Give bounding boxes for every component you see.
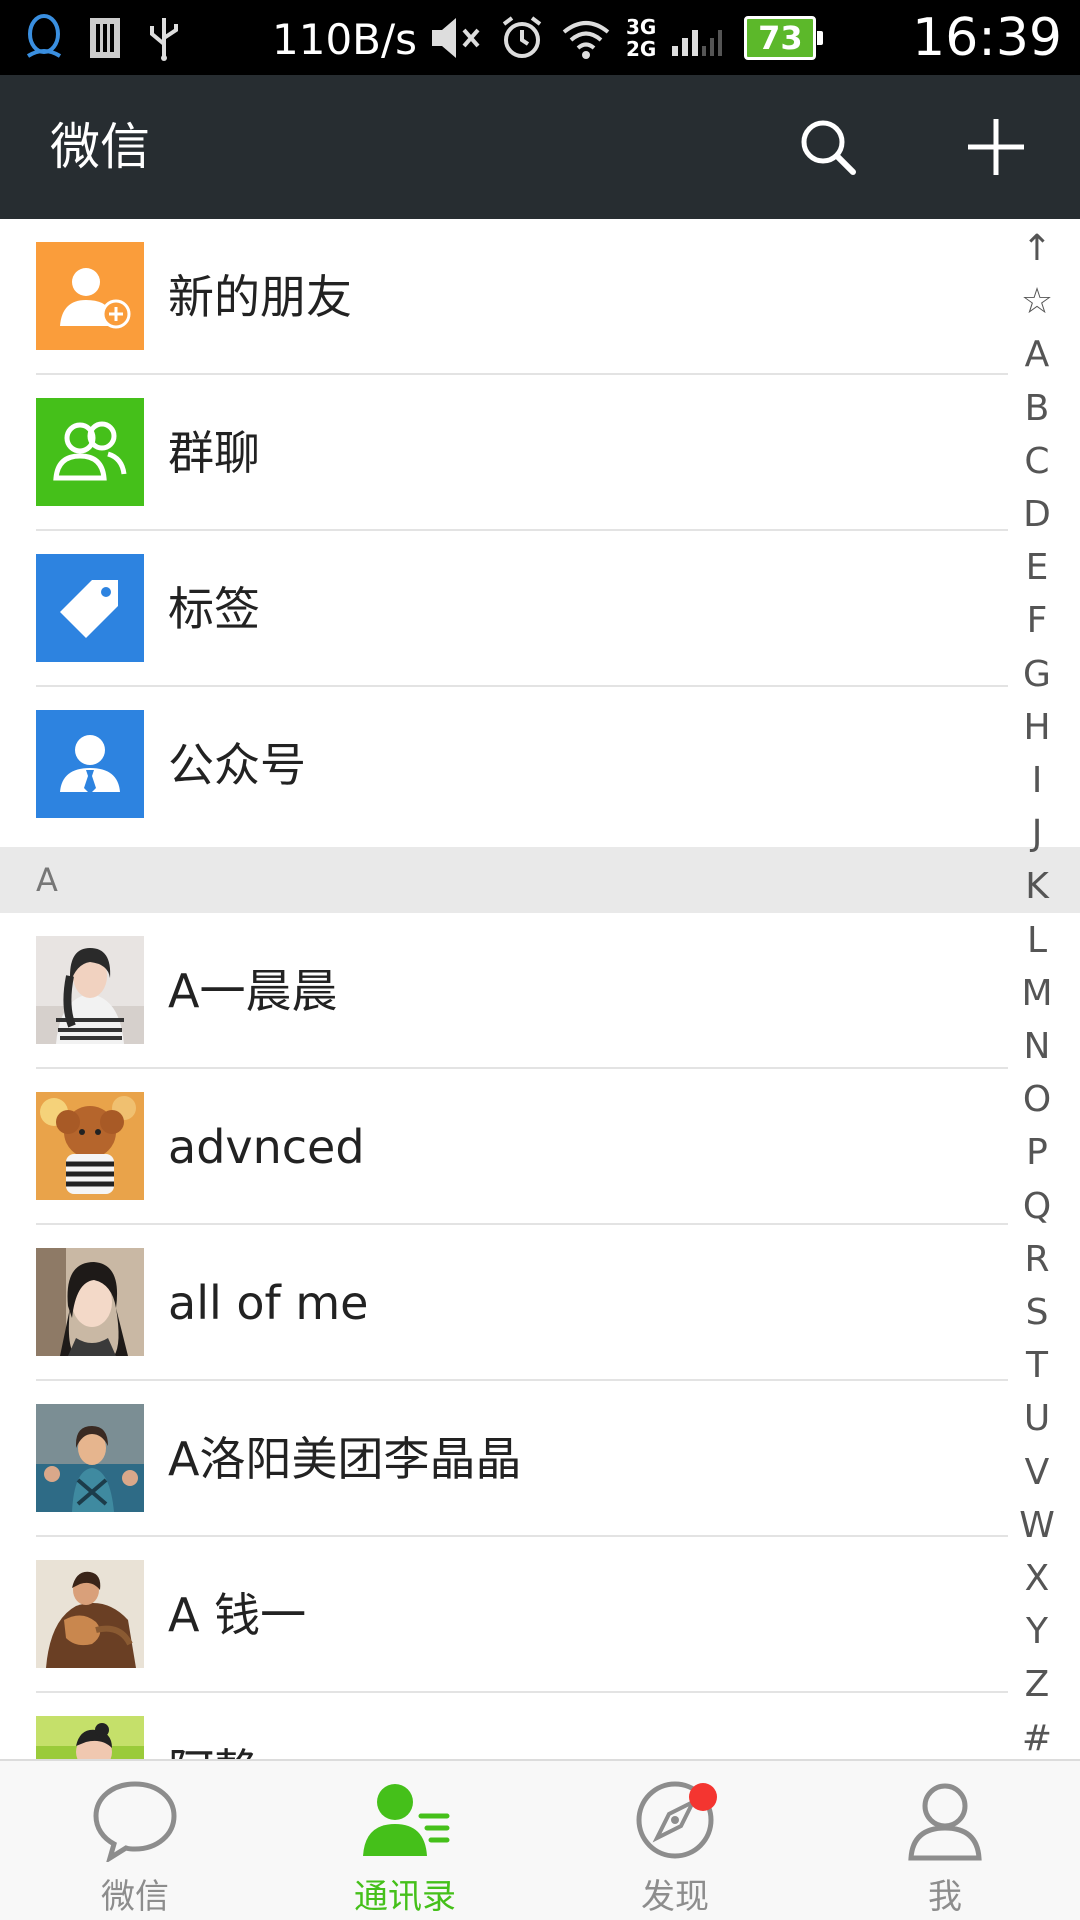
- tab-label: 我: [928, 1877, 962, 1917]
- item-label: 标签: [168, 582, 260, 636]
- index-letter[interactable]: P: [1004, 1126, 1070, 1179]
- search-icon: [801, 120, 856, 175]
- index-letter[interactable]: A: [1004, 328, 1070, 381]
- index-letter[interactable]: R: [1004, 1233, 1070, 1286]
- notification-dot: [689, 1783, 717, 1811]
- contact-name: A一晨晨: [168, 964, 338, 1018]
- battery-icon: 73: [744, 16, 824, 60]
- official-account-icon: [36, 710, 144, 818]
- index-letter[interactable]: T: [1004, 1339, 1070, 1392]
- index-letter[interactable]: X: [1004, 1552, 1070, 1605]
- official-accounts-item[interactable]: 公众号: [0, 687, 1080, 843]
- contact-list[interactable]: 新的朋友 群聊 标签 公众号 A A一晨晨 advnced all of me …: [0, 219, 1080, 1759]
- contact-name: advnced: [168, 1120, 365, 1174]
- contacts-icon: [357, 1775, 453, 1865]
- profile-icon: [897, 1775, 993, 1865]
- index-letter[interactable]: Q: [1004, 1180, 1070, 1233]
- index-letter[interactable]: I: [1004, 754, 1070, 807]
- index-letter[interactable]: V: [1004, 1446, 1070, 1499]
- avatar: [36, 1404, 144, 1512]
- status-bar: 110B/s 3G 2G 73 16:39: [0, 0, 1080, 75]
- tab-label: 通讯录: [354, 1877, 456, 1917]
- contact-row[interactable]: A洛阳美团李晶晶: [0, 1381, 1080, 1537]
- index-letter[interactable]: O: [1004, 1073, 1070, 1126]
- add-friend-icon: [36, 242, 144, 350]
- index-letter[interactable]: F: [1004, 594, 1070, 647]
- status-right-icons: 3G 2G 73: [428, 10, 824, 66]
- status-left-icons: [22, 10, 184, 66]
- tab-label: 微信: [101, 1877, 169, 1917]
- section-header: A: [0, 847, 1080, 913]
- avatar: [36, 1560, 144, 1668]
- contact-row[interactable]: A一晨晨: [0, 913, 1080, 1069]
- tab-contacts[interactable]: 通讯录: [270, 1761, 540, 1920]
- chat-bubble-icon: [87, 1775, 183, 1865]
- new-friends-item[interactable]: 新的朋友: [0, 219, 1080, 375]
- clock: 16:39: [912, 8, 1062, 68]
- index-letter[interactable]: U: [1004, 1392, 1070, 1445]
- usb-icon: [144, 14, 184, 62]
- bottom-nav: 微信 通讯录 发现 我: [0, 1759, 1080, 1920]
- index-letter[interactable]: L: [1004, 914, 1070, 967]
- add-button[interactable]: [960, 111, 1032, 183]
- index-letter[interactable]: G: [1004, 648, 1070, 701]
- index-letter[interactable]: ↑: [1004, 222, 1070, 275]
- group-chat-icon: [36, 398, 144, 506]
- index-letter[interactable]: B: [1004, 382, 1070, 435]
- tab-chats[interactable]: 微信: [0, 1761, 270, 1920]
- index-letter[interactable]: J: [1004, 807, 1070, 860]
- index-letter[interactable]: C: [1004, 435, 1070, 488]
- index-letter[interactable]: S: [1004, 1286, 1070, 1339]
- contact-name: 阿静: [168, 1693, 260, 1759]
- tab-label: 发现: [641, 1877, 709, 1917]
- avatar: [36, 936, 144, 1044]
- contact-row[interactable]: 阿静: [0, 1693, 1080, 1759]
- item-label: 新的朋友: [168, 270, 352, 324]
- qq-icon: [22, 12, 66, 64]
- index-letter[interactable]: ☆: [1004, 275, 1070, 328]
- sim-icon: [88, 16, 122, 60]
- group-chat-item[interactable]: 群聊: [0, 375, 1080, 531]
- index-letter[interactable]: D: [1004, 488, 1070, 541]
- avatar: [36, 1092, 144, 1200]
- index-letter[interactable]: H: [1004, 701, 1070, 754]
- index-letter[interactable]: N: [1004, 1020, 1070, 1073]
- alarm-icon: [498, 14, 546, 62]
- signal-icon: [670, 16, 730, 60]
- contact-row[interactable]: all of me: [0, 1225, 1080, 1381]
- contact-name: all of me: [168, 1276, 369, 1330]
- tab-discover[interactable]: 发现: [540, 1761, 810, 1920]
- contact-name: A洛阳美团李晶晶: [168, 1432, 522, 1486]
- index-letter[interactable]: #: [1004, 1712, 1070, 1765]
- mute-icon: [428, 16, 484, 60]
- avatar: [36, 1248, 144, 1356]
- item-label: 群聊: [168, 426, 260, 480]
- index-letter[interactable]: K: [1004, 860, 1070, 913]
- item-label: 公众号: [168, 738, 306, 792]
- network-type: 3G 2G: [626, 15, 657, 61]
- alphabet-index[interactable]: ↑ ☆ A B C D E F G H I J K L M N O P Q R S T U V W X Y Z #: [1004, 222, 1070, 1765]
- page-title: 微信: [50, 118, 150, 176]
- search-button[interactable]: [792, 111, 864, 183]
- contact-row[interactable]: A 钱一: [0, 1537, 1080, 1693]
- title-bar: 微信: [0, 75, 1080, 219]
- plus-icon: [968, 119, 1024, 175]
- index-letter[interactable]: M: [1004, 967, 1070, 1020]
- index-letter[interactable]: Y: [1004, 1605, 1070, 1658]
- index-letter[interactable]: E: [1004, 541, 1070, 594]
- index-letter[interactable]: Z: [1004, 1658, 1070, 1711]
- wifi-icon: [560, 16, 612, 60]
- net-speed: 110B/s: [272, 15, 418, 64]
- index-letter[interactable]: W: [1004, 1499, 1070, 1552]
- contact-row[interactable]: advnced: [0, 1069, 1080, 1225]
- avatar: [36, 1716, 144, 1759]
- compass-icon: [627, 1775, 723, 1865]
- tab-me[interactable]: 我: [810, 1761, 1080, 1920]
- tag-icon: [36, 554, 144, 662]
- tags-item[interactable]: 标签: [0, 531, 1080, 687]
- contact-name: A 钱一: [168, 1588, 307, 1642]
